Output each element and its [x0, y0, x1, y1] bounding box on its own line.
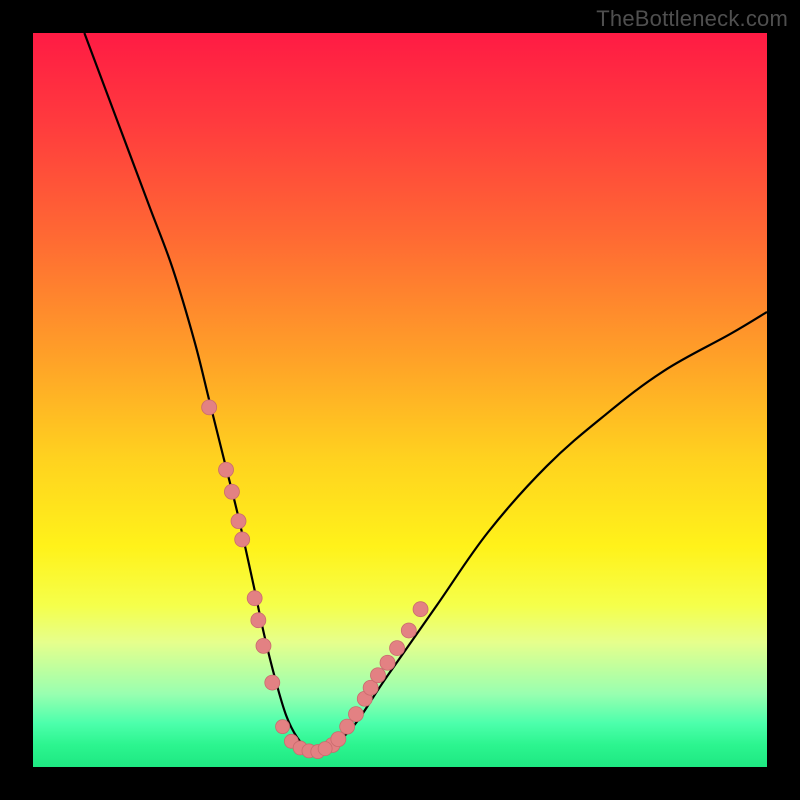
data-point — [247, 591, 262, 606]
data-point — [380, 655, 395, 670]
data-point — [401, 623, 416, 638]
data-point — [256, 638, 271, 653]
bottleneck-curve — [84, 33, 767, 752]
chart-frame: TheBottleneck.com — [0, 0, 800, 800]
data-point — [318, 742, 332, 756]
data-point — [340, 719, 355, 734]
data-point — [276, 720, 290, 734]
data-point — [265, 675, 280, 690]
watermark-text: TheBottleneck.com — [596, 6, 788, 32]
chart-svg — [33, 33, 767, 767]
data-point — [224, 484, 239, 499]
data-point — [413, 602, 428, 617]
data-point — [231, 514, 246, 529]
data-point — [219, 462, 234, 477]
markers-valley — [276, 720, 333, 759]
curve-path — [84, 33, 767, 752]
data-point — [348, 707, 363, 722]
data-point — [331, 732, 346, 747]
markers-left-branch — [202, 400, 280, 690]
data-point — [235, 532, 250, 547]
data-point — [390, 641, 405, 656]
data-point — [202, 400, 217, 415]
data-point — [370, 668, 385, 683]
markers-right-branch — [325, 602, 428, 753]
data-point — [251, 613, 266, 628]
